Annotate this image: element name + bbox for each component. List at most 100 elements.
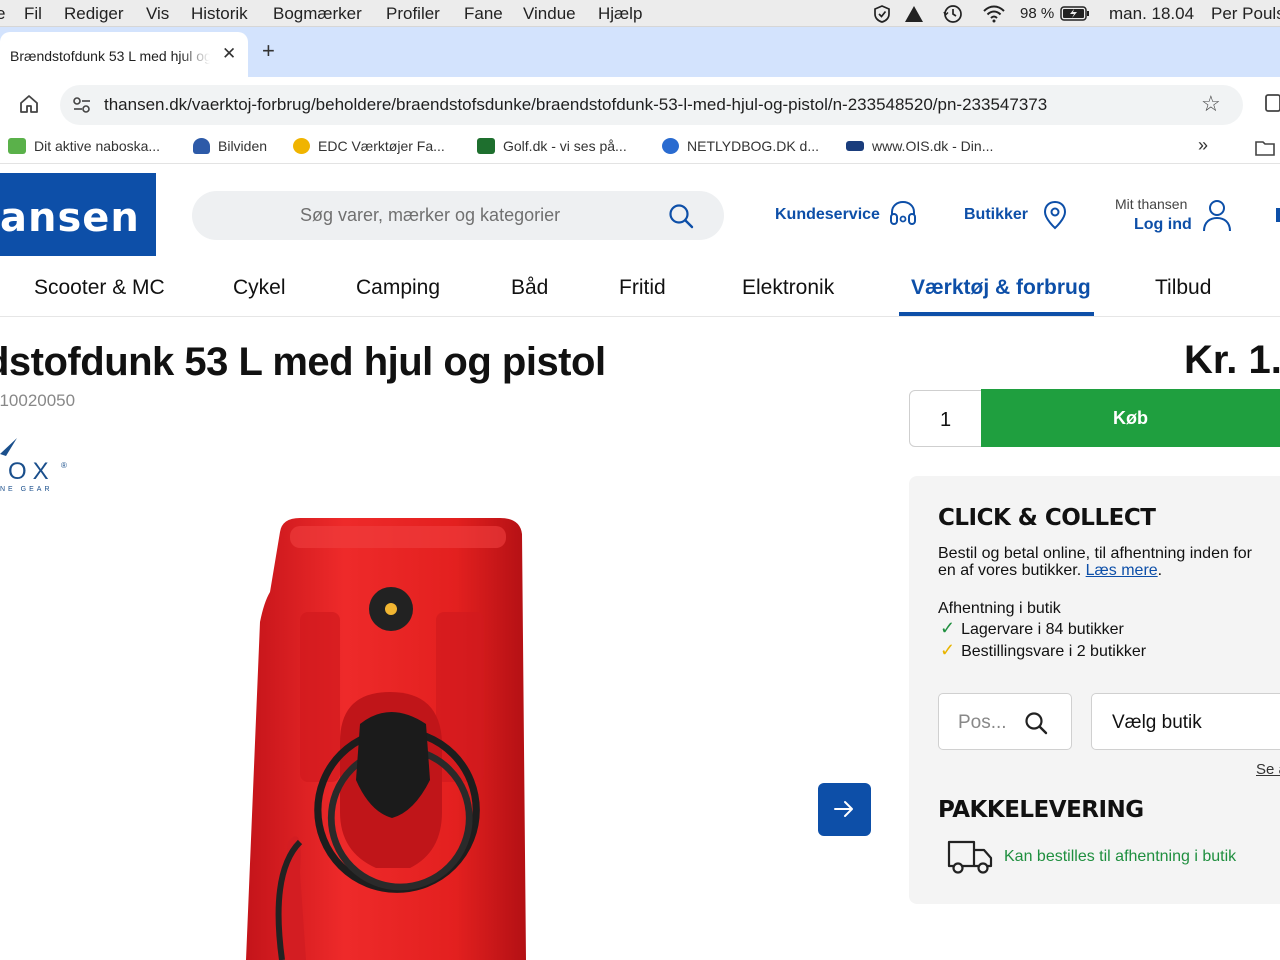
menu-hjaelp[interactable]: Hjælp [598, 4, 642, 24]
bookmark-label: www.OIS.dk - Din... [872, 138, 994, 154]
buy-button[interactable]: Køb [981, 389, 1280, 447]
collect-description-text: en af vores butikker. [938, 562, 1086, 579]
menu-historik[interactable]: Historik [191, 4, 248, 24]
nav-camping[interactable]: Camping [356, 276, 440, 300]
nav-vaerktoej-forbrug[interactable]: Værktøj & forbrug [911, 276, 1091, 300]
click-collect-heading: CLICK & COLLECT [938, 505, 1156, 531]
bookmark-item[interactable]: NETLYDBOG.DK d... [662, 138, 819, 154]
nav-cykel[interactable]: Cykel [233, 276, 286, 300]
check-yellow-icon: ✓ [940, 640, 956, 660]
nav-fritid[interactable]: Fritid [619, 276, 666, 300]
home-icon[interactable] [18, 93, 40, 115]
see-all-stores-link[interactable]: Se a [1256, 761, 1280, 778]
cart-icon-partial[interactable] [1276, 208, 1280, 222]
stock-row-order: ✓ Bestillingsvare i 2 butikker [940, 640, 1147, 660]
menu-fil[interactable]: Fil [24, 4, 42, 24]
more-bookmarks-icon[interactable]: » [1198, 135, 1208, 156]
tab-strip: Brændstofdunk 53 L med hjul og pistol ✕ … [0, 27, 1280, 77]
stores-link[interactable]: Butikker [964, 206, 1028, 224]
menu-vis[interactable]: Vis [146, 4, 169, 24]
nav-tilbud[interactable]: Tilbud [1155, 276, 1211, 300]
check-green-icon: ✓ [940, 618, 956, 638]
menubar-clock[interactable]: man. 18.04 [1109, 4, 1194, 24]
battery-icon[interactable] [1060, 6, 1090, 21]
golf-favicon-icon [477, 138, 495, 154]
tab-title: Brændstofdunk 53 L med hjul og pistol [10, 48, 210, 64]
product-image[interactable] [230, 512, 550, 960]
edc-favicon-icon [293, 138, 310, 154]
bookmark-star-icon[interactable]: ☆ [1201, 91, 1221, 117]
address-bar[interactable]: thansen.dk/vaerktoj-forbrug/beholdere/br… [60, 85, 1243, 125]
bookmark-item[interactable]: www.OIS.dk - Din... [846, 138, 993, 154]
site-logo[interactable]: ansen [0, 173, 156, 256]
bookmark-label: Golf.dk - vi ses på... [503, 138, 627, 154]
delivery-truck-icon [947, 840, 993, 874]
location-pin-icon[interactable] [1042, 199, 1068, 231]
active-nav-indicator [899, 312, 1094, 316]
menu-bogmaerker[interactable]: Bogmærker [273, 4, 362, 24]
ois-favicon-icon [846, 141, 864, 151]
bookmarks-bar: Dit aktive naboska... Bilviden EDC Værkt… [0, 132, 1280, 164]
bookmark-label: Dit aktive naboska... [34, 138, 161, 154]
nav-baad[interactable]: Båd [511, 276, 548, 300]
product-sku: 410020050 [0, 391, 76, 410]
menu-fane[interactable]: Fane [464, 4, 503, 24]
brand-tagline: NE GEAR [0, 486, 53, 493]
menu-profiler[interactable]: Profiler [386, 4, 440, 24]
stock-order-text: Bestillingsvare i 2 butikker [961, 643, 1147, 660]
tab-close-icon[interactable]: ✕ [222, 44, 236, 64]
brand-name: OX [8, 458, 55, 485]
pickup-heading: Afhentning i butik [938, 600, 1061, 617]
site-settings-icon[interactable] [72, 96, 92, 114]
search-icon[interactable] [1023, 710, 1049, 736]
menu-vindue[interactable]: Vindue [523, 4, 576, 24]
delivery-status-text: Kan bestilles til afhentning i butik [1004, 848, 1237, 865]
headset-icon[interactable] [888, 198, 918, 232]
wifi-icon[interactable] [982, 4, 1006, 23]
search-placeholder: Søg varer, mærker og kategorier [300, 205, 561, 225]
registered-mark-icon: ® [61, 461, 67, 470]
bookmark-label: Bilviden [218, 138, 268, 154]
netlydbog-favicon-icon [662, 138, 679, 154]
menu-apple-partial[interactable]: e [0, 4, 5, 24]
collect-description-line2: en af vores butikker. Læs mere. [938, 562, 1162, 579]
crown-favicon-icon [193, 138, 210, 154]
user-icon[interactable] [1201, 197, 1233, 233]
customer-service-link[interactable]: Kundeservice [775, 206, 880, 224]
shield-icon[interactable] [872, 4, 892, 24]
menubar-user[interactable]: Per Pouls [1211, 4, 1280, 24]
macos-menubar: e Fil Rediger Vis Historik Bogmærker Pro… [0, 0, 1280, 27]
bookmark-item[interactable]: EDC Værktøjer Fa... [293, 138, 445, 154]
logo-text: ansen [0, 195, 140, 241]
image-next-button[interactable] [818, 783, 871, 836]
browser-toolbar: thansen.dk/vaerktoj-forbrug/beholdere/br… [0, 77, 1280, 132]
product-title: dstofdunk 53 L med hjul og pistol [0, 340, 606, 384]
bookmark-item[interactable]: Bilviden [193, 138, 267, 154]
bookmark-item[interactable]: Golf.dk - vi ses på... [477, 138, 627, 154]
period-text: . [1157, 562, 1163, 579]
nav-elektronik[interactable]: Elektronik [742, 276, 834, 300]
brand-logo[interactable]: OX ® NE GEAR [0, 436, 80, 502]
new-tab-icon[interactable]: + [262, 38, 275, 64]
collect-description-line1: Bestil og betal online, til afhentning i… [938, 545, 1252, 562]
warning-triangle-icon[interactable] [904, 5, 924, 23]
time-machine-icon[interactable] [942, 3, 964, 25]
bookmark-item[interactable]: Dit aktive naboska... [8, 138, 160, 154]
read-more-link[interactable]: Læs mere [1086, 562, 1158, 579]
browser-tab-active[interactable]: Brændstofdunk 53 L med hjul og pistol ✕ [0, 32, 248, 77]
delivery-heading: PAKKELEVERING [938, 797, 1144, 823]
store-select[interactable]: Vælg butik [1091, 693, 1280, 750]
nav-scooter-mc[interactable]: Scooter & MC [34, 276, 165, 300]
quantity-input[interactable]: 1 [909, 390, 982, 447]
site-search-input[interactable]: Søg varer, mærker og kategorier [192, 191, 724, 240]
product-price: Kr. 1.3 [1184, 338, 1280, 382]
extensions-icon[interactable] [1262, 92, 1280, 114]
login-link[interactable]: Log ind [1134, 216, 1192, 234]
stock-in-stock-text: Lagervare i 84 butikker [961, 621, 1124, 638]
folder-icon[interactable] [1255, 140, 1275, 156]
postal-placeholder: Pos... [958, 712, 1007, 733]
search-icon[interactable] [667, 202, 695, 230]
battery-percent: 98 % [1020, 5, 1055, 22]
menu-rediger[interactable]: Rediger [64, 4, 124, 24]
postal-code-input[interactable]: Pos... [938, 693, 1072, 750]
